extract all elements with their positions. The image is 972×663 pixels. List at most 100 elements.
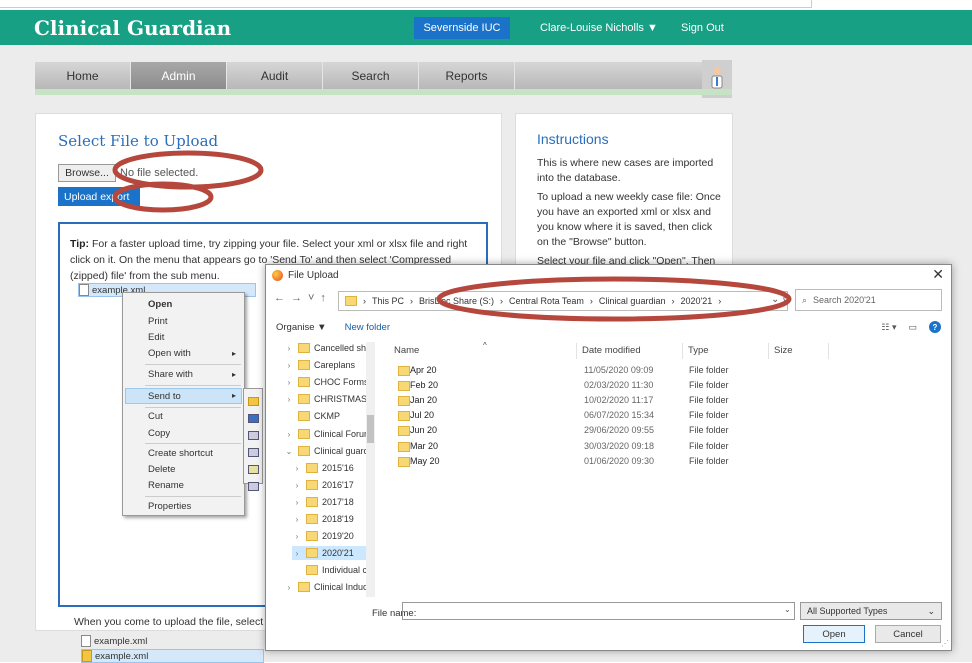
firefox-icon (272, 270, 283, 281)
menu-properties[interactable]: Properties (148, 501, 191, 512)
menu-print[interactable]: Print (148, 316, 168, 327)
user-menu[interactable]: Clare-Louise Nicholls ▼ (540, 22, 658, 34)
file-row[interactable]: Jan 20 10/02/2020 11:17 File folder (398, 394, 898, 408)
file-item[interactable]: example.xml (81, 634, 147, 648)
tree-item[interactable]: › CHRISTMAS I (284, 392, 372, 406)
desktop-icon[interactable] (247, 414, 259, 423)
menu-rename[interactable]: Rename (148, 480, 184, 491)
column-headers: Name ^ Date modified Type Size (380, 341, 940, 359)
app-logo: Clinical Guardian (34, 16, 232, 40)
tab-home[interactable]: Home (35, 62, 131, 89)
tree-item[interactable]: › 2015'16 (292, 461, 354, 475)
folder-icon (345, 296, 357, 306)
send-to-submenu (243, 388, 263, 491)
upload-button[interactable]: Upload export (58, 187, 140, 206)
tree-scrollbar[interactable] (366, 342, 375, 597)
menu-divider (145, 443, 241, 444)
zip-file-item[interactable]: example.xml (81, 649, 264, 663)
chevron-down-icon[interactable]: ⌄ (784, 605, 791, 614)
menu-send-to[interactable]: Send to (148, 391, 181, 402)
tree-item[interactable]: CKMP (284, 409, 340, 423)
file-icon (79, 284, 89, 296)
nav-underline (35, 89, 732, 95)
col-size[interactable]: Size (774, 345, 792, 356)
menu-open[interactable]: Open (148, 299, 172, 310)
file-icon (81, 635, 91, 647)
menu-divider (145, 385, 241, 386)
file-row[interactable]: Jun 20 29/06/2020 09:55 File folder (398, 424, 898, 438)
mail-icon[interactable] (247, 465, 259, 474)
tip-footer-text: When you come to upload the file, select… (74, 616, 281, 628)
filename-input[interactable] (402, 602, 795, 620)
menu-share-with[interactable]: Share with (148, 369, 193, 380)
tree-item[interactable]: › Clinical Induc (284, 580, 368, 594)
drive-icon[interactable] (247, 482, 259, 491)
folder-tree: › Cancelled shi › Careplans › CHOC Forms › C… (274, 339, 379, 597)
tab-search[interactable]: Search (323, 62, 419, 89)
page-title: Select File to Upload (58, 132, 219, 150)
chevron-right-icon: ▸ (231, 370, 236, 379)
tree-item[interactable]: › Careplans (284, 358, 355, 372)
menu-open-with[interactable]: Open with (148, 348, 191, 359)
search-input[interactable]: ⌕ Search 2020'21 (795, 289, 942, 311)
refresh-icon[interactable]: ⌄ ↻ (771, 294, 791, 305)
organise-button[interactable]: Organise ▼ (276, 322, 327, 333)
context-menu: Open Print Edit Open with ▸ Share with ▸… (122, 292, 245, 516)
file-row[interactable]: Mar 20 30/03/2020 09:18 File folder (398, 440, 898, 454)
menu-divider (145, 407, 241, 408)
tree-item[interactable]: Individual c (292, 563, 367, 577)
tree-item[interactable]: › Cancelled shi (284, 341, 368, 355)
file-upload-dialog: File Upload ✕ ←→˅↑ › This PC › BrisDoc Shar… (265, 264, 952, 651)
sort-up-icon: ^ (483, 341, 487, 350)
browse-button[interactable]: Browse... (58, 164, 116, 182)
help-icon[interactable]: ? (929, 321, 941, 333)
file-row[interactable]: May 20 01/06/2020 09:30 File folder (398, 455, 898, 469)
col-name[interactable]: Name (394, 345, 419, 356)
app-header: Clinical Guardian Severnside IUC Clare-L… (0, 10, 972, 45)
tree-item[interactable]: ⌄ Clinical guarc (284, 444, 368, 458)
tree-item[interactable]: › 2019'20 (292, 529, 354, 543)
scrollbar-thumb[interactable] (367, 415, 374, 443)
menu-delete[interactable]: Delete (148, 464, 175, 475)
menu-copy[interactable]: Copy (148, 428, 170, 439)
tab-admin[interactable]: Admin (131, 62, 227, 89)
preview-pane-icon[interactable]: ▭ (908, 322, 917, 333)
tree-item[interactable]: › Clinical Forur (284, 427, 367, 441)
tree-item[interactable]: › 2017'18 (292, 495, 354, 509)
address-bar[interactable]: › This PC › BrisDoc Share (S:) › Central Rota… (338, 291, 788, 311)
search-icon: ⌕ (802, 294, 808, 305)
zip-folder-icon[interactable] (247, 397, 259, 406)
col-date[interactable]: Date modified (582, 345, 641, 356)
cancel-button[interactable]: Cancel (875, 625, 941, 643)
org-badge[interactable]: Severnside IUC (414, 17, 510, 39)
file-row[interactable]: Feb 20 02/03/2020 11:30 File folder (398, 379, 898, 393)
menu-edit[interactable]: Edit (148, 332, 164, 343)
file-row[interactable]: Jul 20 06/07/2020 15:34 File folder (398, 409, 898, 423)
open-button[interactable]: Open (803, 625, 865, 643)
tab-audit[interactable]: Audit (227, 62, 323, 89)
tree-item[interactable]: › 2018'19 (292, 512, 354, 526)
col-type[interactable]: Type (688, 345, 709, 356)
file-row[interactable]: Apr 20 11/05/2020 09:09 File folder (398, 364, 898, 378)
signout-link[interactable]: Sign Out (681, 22, 724, 34)
view-options-icon[interactable]: ☷ ▾ (881, 322, 896, 333)
tree-item-selected[interactable]: › 2020'21 (292, 546, 366, 560)
chevron-right-icon: ▸ (231, 391, 236, 400)
tree-item[interactable]: › CHOC Forms (284, 375, 369, 389)
menu-highlight (125, 388, 242, 404)
filetype-select[interactable]: All Supported Types ⌄ (800, 602, 942, 620)
menu-cut[interactable]: Cut (148, 411, 163, 422)
close-icon[interactable]: ✕ (932, 266, 944, 283)
menu-create-shortcut[interactable]: Create shortcut (148, 448, 213, 459)
nav-arrows[interactable]: ←→˅↑ (274, 292, 332, 304)
instructions-text: This is where new cases are imported int… (537, 157, 721, 267)
tree-item[interactable]: › 2016'17 (292, 478, 354, 492)
main-nav: Home Admin Audit Search Reports (35, 62, 732, 89)
resize-grip-icon[interactable]: ⋰ (941, 639, 949, 648)
new-folder-button[interactable]: New folder (345, 322, 390, 333)
dialog-title: File Upload (272, 270, 339, 281)
fax-icon[interactable] (247, 448, 259, 457)
document-icon[interactable] (247, 431, 259, 440)
chevron-down-icon: ⌄ (927, 605, 935, 616)
tab-reports[interactable]: Reports (419, 62, 515, 89)
